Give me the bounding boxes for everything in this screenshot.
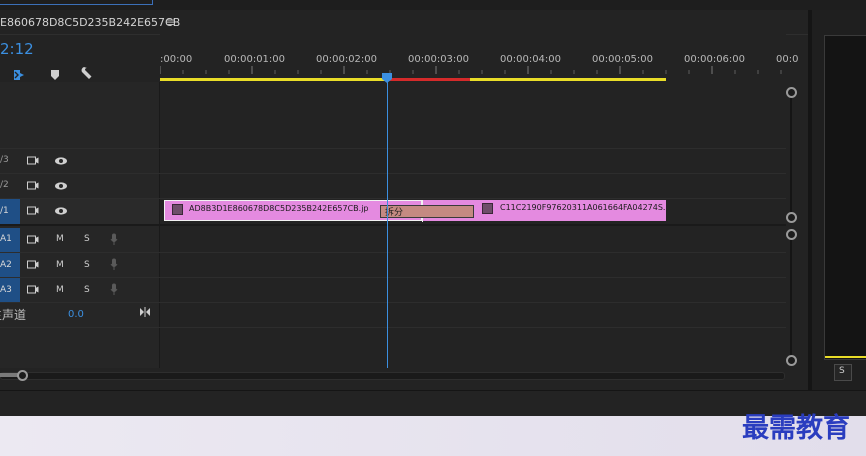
filmstrip-icon[interactable] <box>27 285 39 295</box>
ruler-label-6: 00:00:06:00 <box>684 54 746 65</box>
ruler-label-4: 00:00:04:00 <box>500 54 562 65</box>
audio-meter-panel: S <box>812 10 866 390</box>
timeline-bottom-bar <box>0 390 866 417</box>
marker-icon[interactable] <box>50 66 60 80</box>
track-label-a3: A3 <box>0 285 12 295</box>
filmstrip-icon[interactable] <box>27 206 39 216</box>
eye-icon[interactable] <box>54 181 68 191</box>
scroll-handle-bottom[interactable] <box>786 212 797 223</box>
render-bar <box>388 78 470 81</box>
track-header-a3[interactable]: A3 M S <box>0 278 159 302</box>
ruler-label-2: 00:00:02:00 <box>316 54 378 65</box>
microphone-icon[interactable] <box>110 233 118 246</box>
track-header-a2[interactable]: A2 M S <box>0 253 159 277</box>
track-label-v3: /3 <box>0 155 9 165</box>
ruler-label-1: 00:00:01:00 <box>224 54 286 65</box>
track-label-v1: /1 <box>0 206 9 216</box>
scroll-handle-top[interactable] <box>786 229 797 240</box>
divider <box>0 327 786 328</box>
divider <box>0 224 786 226</box>
playhead-line[interactable] <box>387 78 388 368</box>
eye-icon[interactable] <box>54 156 68 166</box>
track-header-v2[interactable]: /2 <box>0 174 159 198</box>
ruler-label-5: 00:00:05:00 <box>592 54 654 65</box>
solo-button[interactable]: S <box>84 260 90 270</box>
transition-block[interactable]: 拆分 <box>380 205 474 218</box>
microphone-icon[interactable] <box>110 258 118 271</box>
master-label-crop: 主声道 <box>0 306 40 322</box>
track-label-v2: /2 <box>0 180 9 190</box>
scroll-handle-bottom[interactable] <box>786 355 797 366</box>
playhead-handle[interactable] <box>382 68 392 83</box>
filmstrip-icon[interactable] <box>27 235 39 245</box>
ruler-label-3: 00:00:03:00 <box>408 54 470 65</box>
microphone-icon[interactable] <box>110 283 118 296</box>
track-label-a2: A2 <box>0 260 12 270</box>
snap-icon[interactable] <box>12 66 26 80</box>
clip-name-1: AD8B3D1E860678D8C5D235B242E657CB.jp <box>189 204 369 213</box>
filmstrip-icon[interactable] <box>27 260 39 270</box>
ruler-label-0: :00:00 <box>160 54 193 65</box>
sequence-tab-title[interactable]: E860678D8C5D235B242E657CB <box>0 16 180 29</box>
master-track-label: 主声道 <box>0 308 27 322</box>
wrench-icon[interactable] <box>80 65 94 79</box>
playhead-timecode[interactable]: 2:12 <box>0 40 34 58</box>
scroll-handle-top[interactable] <box>786 87 797 98</box>
filmstrip-icon[interactable] <box>27 156 39 166</box>
solo-button[interactable]: S <box>84 234 90 244</box>
audio-meter-frame <box>824 35 866 360</box>
eye-icon[interactable] <box>54 206 68 216</box>
taskbar-area <box>0 416 866 456</box>
horizontal-scrollbar[interactable] <box>0 370 786 381</box>
track-header-a1[interactable]: A1 M S <box>0 227 159 252</box>
solo-meter-button[interactable]: S <box>834 364 852 381</box>
mute-button[interactable]: M <box>56 234 64 244</box>
track-header-v3[interactable]: /3 <box>0 149 159 173</box>
watermark-text: 最需教育 <box>742 413 850 444</box>
clip-name-2: C11C2190F97620311A061664FA04274S. <box>500 203 666 212</box>
filmstrip-icon[interactable] <box>27 181 39 191</box>
fx-badge-icon[interactable] <box>482 203 493 214</box>
audio-scrollbar[interactable] <box>786 228 797 368</box>
solo-button[interactable]: S <box>84 285 90 295</box>
video-scrollbar[interactable] <box>786 82 797 226</box>
ruler-label-7: 00:0 <box>776 54 799 65</box>
top-panel-edge <box>0 0 153 5</box>
mute-button[interactable]: M <box>56 285 64 295</box>
solo-meter-label: S <box>839 366 845 376</box>
mute-button[interactable]: M <box>56 260 64 270</box>
hamburger-icon[interactable]: ≡ <box>165 15 175 29</box>
go-to-edit-icon[interactable] <box>139 307 151 317</box>
track-header-master[interactable]: 主声道 0.0 <box>0 303 159 327</box>
fx-badge-icon[interactable] <box>172 204 183 215</box>
track-label-a1: A1 <box>0 234 12 244</box>
track-header-v1[interactable]: /1 <box>0 199 159 224</box>
scroll-handle-right[interactable] <box>17 370 28 381</box>
master-volume-value[interactable]: 0.0 <box>68 309 84 320</box>
audio-meter-peak <box>825 356 866 358</box>
